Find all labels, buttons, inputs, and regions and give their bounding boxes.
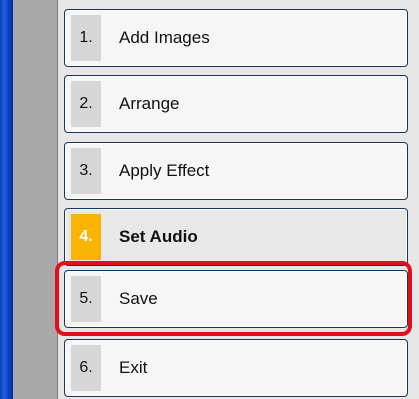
step-label: Save — [119, 289, 158, 308]
step-number: 1. — [71, 15, 101, 61]
step-number: 6. — [71, 345, 101, 391]
step-apply-effect-button[interactable]: 3. Apply Effect — [64, 142, 408, 200]
side-gutter — [13, 0, 58, 399]
step-save-button[interactable]: 5. Save — [64, 270, 408, 328]
step-number: 2. — [71, 81, 101, 127]
step-label: Exit — [119, 358, 148, 377]
step-label: Set Audio — [119, 227, 198, 246]
step-exit-button[interactable]: 6. Exit — [64, 339, 408, 397]
step-number: 4. — [71, 214, 101, 260]
step-label: Arrange — [119, 94, 180, 113]
step-add-images-button[interactable]: 1. Add Images — [64, 9, 408, 67]
step-arrange-button[interactable]: 2. Arrange — [64, 75, 408, 133]
step-label: Apply Effect — [119, 161, 210, 180]
step-number: 5. — [71, 276, 101, 322]
step-number: 3. — [71, 148, 101, 194]
window-frame-edge — [0, 0, 13, 399]
step-label: Add Images — [119, 28, 210, 47]
step-set-audio-button[interactable]: 4. Set Audio — [64, 208, 408, 266]
